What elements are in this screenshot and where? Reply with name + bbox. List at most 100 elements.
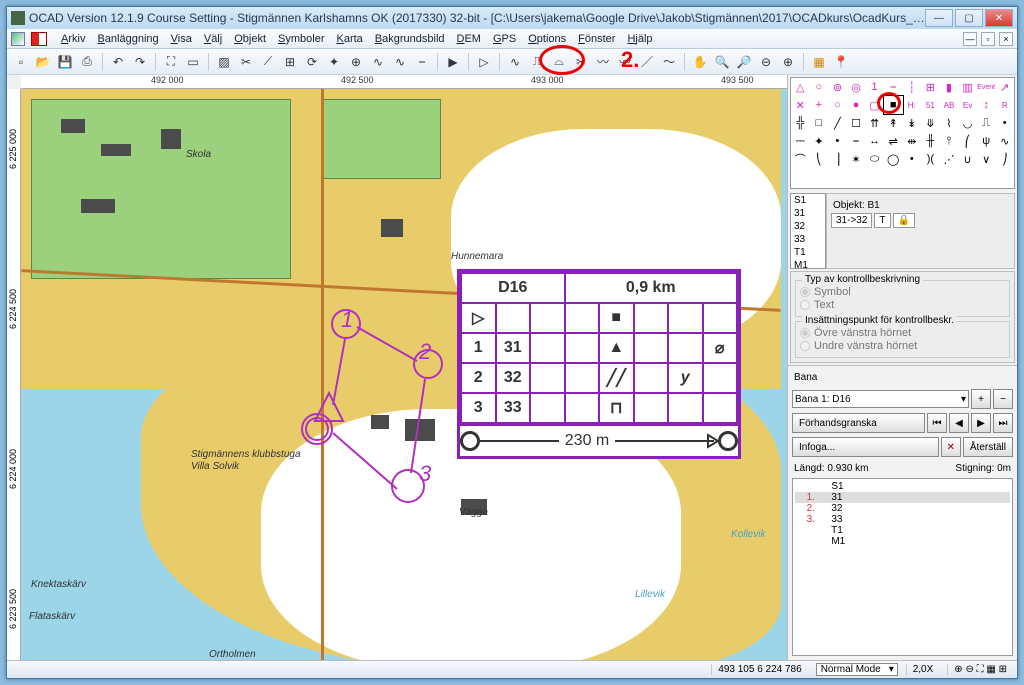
pointer-icon[interactable]: ▷ xyxy=(474,52,494,72)
tool-b-icon[interactable]: ⊞ xyxy=(280,52,300,72)
remove-course-button[interactable]: − xyxy=(993,389,1013,409)
menubar: ArkivBanläggningVisaVäljObjektSymbolerKa… xyxy=(7,29,1017,49)
rotate-icon[interactable]: ⟳ xyxy=(302,52,322,72)
save-icon[interactable]: 💾 xyxy=(55,52,75,72)
menu-symboler[interactable]: Symboler xyxy=(272,32,330,46)
radio-symbol[interactable]: Symbol xyxy=(800,286,1005,298)
tool-c-icon[interactable]: ✦ xyxy=(324,52,344,72)
menu-karta[interactable]: Karta xyxy=(330,32,368,46)
course-controls-list[interactable]: S11. 312. 323. 33 T1 M1 xyxy=(792,478,1013,656)
pin-icon[interactable]: 📍 xyxy=(831,52,851,72)
pan-icon[interactable]: ✋ xyxy=(690,52,710,72)
tool-g-icon[interactable]: ⎯ xyxy=(412,52,432,72)
prev-button[interactable]: ◀ xyxy=(949,413,969,433)
close-button[interactable]: ✕ xyxy=(985,9,1013,27)
minimize-button[interactable]: — xyxy=(925,9,953,27)
radio-lower-left[interactable]: Undre vänstra hörnet xyxy=(800,340,1005,352)
zoom-out-icon[interactable]: 🔎 xyxy=(734,52,754,72)
course-list-item[interactable]: 3. 33 xyxy=(795,514,1010,525)
reset-button[interactable]: Återställ xyxy=(963,437,1013,457)
list-item[interactable]: T1 xyxy=(791,246,825,259)
list-item[interactable]: S1 xyxy=(791,194,825,207)
undo-icon[interactable]: ↶ xyxy=(108,52,128,72)
list-item[interactable]: 32 xyxy=(791,220,825,233)
delete-button[interactable]: ✕ xyxy=(941,437,961,457)
course-list-item[interactable]: 2. 32 xyxy=(795,503,1010,514)
first-button[interactable]: ⏮ xyxy=(927,413,947,433)
control-description-card[interactable]: D16 0,9 km ▷ ■ 1 31 ▲ xyxy=(457,269,741,459)
menu-dem[interactable]: DEM xyxy=(451,32,487,46)
open-icon[interactable]: 📂 xyxy=(33,52,53,72)
tool-f-icon[interactable]: ∿ xyxy=(390,52,410,72)
course-select[interactable]: Bana 1: D16▾ xyxy=(792,390,969,408)
next-button[interactable]: ▶ xyxy=(971,413,991,433)
print-icon[interactable]: ⎙ xyxy=(77,52,97,72)
mdi-minimize-button[interactable]: — xyxy=(963,32,977,46)
list-item[interactable]: 33 xyxy=(791,233,825,246)
insert-button[interactable]: Infoga... xyxy=(792,437,939,457)
menu-arkiv[interactable]: Arkiv xyxy=(55,32,91,46)
radio-upper-left[interactable]: Övre vänstra hörnet xyxy=(800,327,1005,339)
map-label: Hunnemara xyxy=(451,251,503,262)
row-code: 33 xyxy=(496,393,531,423)
row-sym: ╱╱ xyxy=(599,363,634,393)
course-number: 2 xyxy=(419,339,431,365)
preview-button[interactable]: Förhandsgranska xyxy=(792,413,925,433)
zoom-in-icon[interactable]: 🔍 xyxy=(712,52,732,72)
add-course-button[interactable]: + xyxy=(971,389,991,409)
course-list-item[interactable]: T1 xyxy=(795,525,1010,536)
tool-e-icon[interactable]: ∿ xyxy=(368,52,388,72)
ruler-tick: 493 000 xyxy=(531,75,564,85)
mode-select[interactable]: Normal Mode xyxy=(816,663,898,676)
row-code: 31 xyxy=(496,333,531,363)
menu-banläggning[interactable]: Banläggning xyxy=(91,32,164,46)
redo-icon[interactable]: ↷ xyxy=(130,52,150,72)
object-t-button[interactable]: T xyxy=(874,213,890,228)
menu-välj[interactable]: Välj xyxy=(198,32,228,46)
mdi-restore-button[interactable]: ▫ xyxy=(981,32,995,46)
curve1-icon[interactable]: ∿ xyxy=(505,52,525,72)
last-button[interactable]: ⏭ xyxy=(993,413,1013,433)
cut-icon[interactable]: ✂ xyxy=(236,52,256,72)
list-item[interactable]: 31 xyxy=(791,207,825,220)
mdi-close-button[interactable]: × xyxy=(999,32,1013,46)
course-list-item[interactable]: M1 xyxy=(795,536,1010,547)
zoom-prev-icon[interactable]: ⊖ xyxy=(756,52,776,72)
map-canvas[interactable]: Skola Hunnemara Stigmännens klubbstuga V… xyxy=(21,89,787,660)
freehand-icon[interactable]: 〜 xyxy=(659,52,679,72)
menu-hjälp[interactable]: Hjälp xyxy=(621,32,658,46)
menu-gps[interactable]: GPS xyxy=(487,32,522,46)
scissors-icon[interactable]: ✂ xyxy=(571,52,591,72)
hatch-icon[interactable]: ▨ xyxy=(214,52,234,72)
map-label: Skola xyxy=(186,149,211,160)
course-list-item[interactable]: S1 xyxy=(795,481,1010,492)
menu-objekt[interactable]: Objekt xyxy=(228,32,272,46)
object-list[interactable]: S1313233T1M1B1 xyxy=(790,193,826,269)
radio-text[interactable]: Text xyxy=(800,299,1005,311)
menu-bakgrundsbild[interactable]: Bakgrundsbild xyxy=(369,32,451,46)
curve2-icon[interactable]: ⎍ xyxy=(527,52,547,72)
group-description-type: Typ av kontrollbeskrivning Symbol Text xyxy=(795,280,1010,317)
new-icon[interactable]: ▫ xyxy=(11,52,31,72)
list-item[interactable]: M1 xyxy=(791,259,825,269)
zoom-next-icon[interactable]: ⊕ xyxy=(778,52,798,72)
curve3-icon[interactable]: ⌓ xyxy=(549,52,569,72)
map-label: Kollevik xyxy=(731,529,765,540)
object-code-field[interactable]: 31->32 xyxy=(831,213,872,228)
menu-fönster[interactable]: Fönster xyxy=(572,32,621,46)
tool-a-icon[interactable]: ⟋ xyxy=(258,52,278,72)
symbol-palette[interactable]: △○⊚◎1⎯┆⊞▮▥Event↗ ✕+○●▢■H:51ABEv↕R ╬□╱☐⇈↟… xyxy=(790,77,1015,189)
maximize-button[interactable]: ▢ xyxy=(955,9,983,27)
line-icon[interactable]: ／ xyxy=(637,52,657,72)
menu-visa[interactable]: Visa xyxy=(165,32,198,46)
play-icon[interactable]: ▶ xyxy=(443,52,463,72)
fullextent-icon[interactable]: ⛶ xyxy=(161,52,181,72)
course-list-item[interactable]: 1. 31 xyxy=(795,492,1010,503)
tool-d-icon[interactable]: ⊕ xyxy=(346,52,366,72)
screen-icon[interactable]: ▭ xyxy=(183,52,203,72)
menu-options[interactable]: Options xyxy=(522,32,572,46)
curve5-icon[interactable]: 〰 xyxy=(615,52,635,72)
curve4-icon[interactable]: 〰 xyxy=(593,52,613,72)
object-lock-button[interactable]: 🔒 xyxy=(893,213,915,228)
grid-icon[interactable]: ▦ xyxy=(809,52,829,72)
